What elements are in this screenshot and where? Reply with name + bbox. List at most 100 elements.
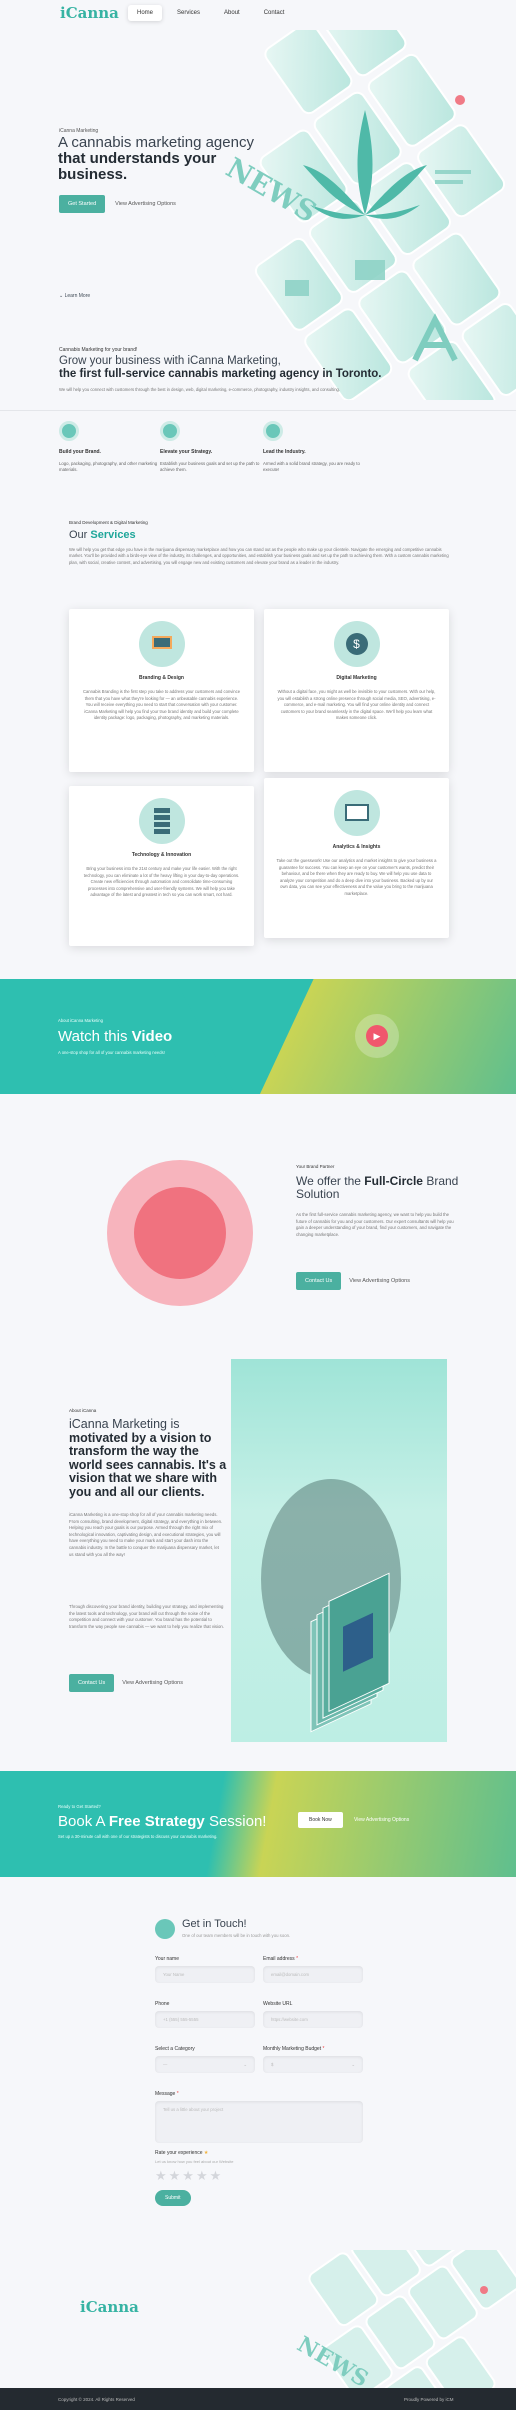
leader-icon <box>263 421 283 441</box>
intro-title-line: Grow your business with iCanna Marketing… <box>59 355 281 367</box>
main-nav: Home Services About Contact <box>128 5 293 21</box>
analytics-chart-icon <box>333 790 380 836</box>
video-subtitle: A one-stop shop for all of your cannabis… <box>58 1050 165 1055</box>
service-card-title: Technology & Innovation <box>131 852 192 858</box>
strategy-title: Book A Free Strategy Session! <box>58 1813 266 1830</box>
services-title: Our Services <box>69 529 136 541</box>
site-logo[interactable]: iCanna <box>60 4 119 22</box>
budget-select[interactable]: $ ⌄ <box>263 2056 363 2073</box>
intro-kicker: Cannabis Marketing for your brand! <box>59 347 138 353</box>
services-text: We will help you get that edge you have … <box>69 547 449 565</box>
budget-label: Monthly Marketing Budget * <box>263 2046 324 2052</box>
intro-title: Grow your business with iCanna Marketing… <box>59 355 389 381</box>
powered-by-text: Proudly Powered by iCM <box>404 2397 454 2402</box>
name-field[interactable]: Your Name <box>155 1966 255 1983</box>
budget-label-text: Monthly Marketing Budget <box>263 2046 322 2052</box>
email-field[interactable]: email@domain.com <box>263 1966 363 1983</box>
name-label-text: Your name <box>155 1956 179 1962</box>
star-rating[interactable]: ★★★★★ <box>155 2168 223 2184</box>
service-card-analytics: Analytics & Insights Take out the guessw… <box>264 778 449 938</box>
hero-actions: Get Started View Advertising Options <box>59 195 176 213</box>
footer-logo[interactable]: iCanna <box>80 2298 139 2316</box>
service-card-text: Cannabis Branding is the first step you … <box>82 689 241 720</box>
fc-title-pre: We offer the <box>296 1174 361 1188</box>
website-field[interactable]: https://website.com <box>263 2011 363 2028</box>
submit-button[interactable]: Submit <box>155 2190 191 2206</box>
service-card-text: Bring your business into the 21st centur… <box>83 866 240 897</box>
rate-label: Rate your experience ★ <box>155 2150 208 2156</box>
rate-label-text: Rate your experience <box>155 2150 203 2156</box>
service-card-branding: Branding & Design Cannabis Branding is t… <box>69 609 254 772</box>
advertising-options-link[interactable]: View Advertising Options <box>122 1680 183 1686</box>
services-title-bold: Services <box>90 529 136 541</box>
fullcircle-actions: Contact Us View Advertising Options <box>296 1272 410 1290</box>
nav-services[interactable]: Services <box>168 5 209 21</box>
feature-title: Lead the Industry. <box>263 449 306 455</box>
mail-icon <box>155 1919 175 1939</box>
advertising-options-link[interactable]: View Advertising Options <box>354 1817 409 1823</box>
website-label: Website URL <box>263 2001 293 2007</box>
strategy-kicker: Ready to Get Started? <box>58 1804 101 1809</box>
video-kicker: About iCanna Marketing <box>58 1018 103 1023</box>
category-value: — <box>163 2062 168 2067</box>
message-textarea[interactable]: Tell us a little about your project <box>155 2101 363 2143</box>
vision-title-bold: motivated by a vision to transform the w… <box>69 1430 227 1499</box>
learn-more[interactable]: ⌄ Learn More <box>59 293 90 299</box>
nav-home[interactable]: Home <box>128 5 163 21</box>
feature-build: Build your Brand. Logo, packaging, photo… <box>59 421 159 473</box>
contact-us-button[interactable]: Contact Us <box>296 1272 342 1290</box>
fc-title-bold: Full-Circle <box>364 1174 423 1188</box>
dollar-coin-icon: $ <box>333 621 380 667</box>
intro-title-bold: the first full-service cannabis marketin… <box>59 368 382 380</box>
feature-text: Armed with a solid brand strategy, you a… <box>263 461 360 472</box>
play-icon[interactable]: ▶ <box>366 1025 388 1047</box>
message-label: Message * <box>155 2091 179 2097</box>
services-kicker: Brand Development & Digital Marketing <box>69 520 148 525</box>
category-select[interactable]: — ⌄ <box>155 2056 255 2073</box>
services-title-pre: Our <box>69 529 88 541</box>
service-card-text: Take out the guesswork! Use our analytic… <box>276 858 437 896</box>
service-card-title: Analytics & Insights <box>332 844 381 850</box>
computer-icon <box>138 621 185 667</box>
phone-label: Phone <box>155 2001 170 2007</box>
feature-title: Build your Brand. <box>59 449 101 455</box>
phone-field[interactable]: +1 (555) 555-5555 <box>155 2011 255 2028</box>
learn-more-label: Learn More <box>64 293 91 299</box>
chevron-down-icon: ⌄ <box>351 2062 355 2067</box>
category-label: Select a Category <box>155 2046 195 2052</box>
contact-title: Get in Touch! <box>182 1918 247 1930</box>
star-icon: ★ <box>203 2150 209 2156</box>
vision-title: iCanna Marketing is motivated by a vision… <box>69 1417 229 1499</box>
book-now-button[interactable]: Book Now <box>298 1812 343 1828</box>
section-divider <box>0 410 516 411</box>
message-label-text: Message <box>155 2091 176 2097</box>
service-card-text: Without a digital face, you might as wel… <box>277 689 436 720</box>
strategy-title-bold: Free Strategy <box>108 1813 205 1830</box>
feature-text: Logo, packaging, photography, and other … <box>59 461 158 472</box>
service-card-digital: $ Digital Marketing Without a digital fa… <box>264 609 449 772</box>
contact-us-button[interactable]: Contact Us <box>69 1674 115 1692</box>
fullcircle-title: We offer the Full-Circle Brand Solution <box>296 1175 466 1201</box>
nav-contact[interactable]: Contact <box>255 5 294 21</box>
advertising-options-link[interactable]: View Advertising Options <box>349 1278 410 1284</box>
hero-illustration: NEWS <box>225 30 516 400</box>
decorative-circle <box>134 1187 226 1279</box>
video-title-pre: Watch this <box>58 1028 128 1045</box>
strategy-title-post: Session! <box>208 1813 267 1830</box>
nav-about[interactable]: About <box>215 5 249 21</box>
contact-subtitle: One of our team members will be in touch… <box>182 1933 291 1938</box>
name-label: Your name <box>155 1956 179 1962</box>
feature-lead: Lead the Industry. Armed with a solid br… <box>263 421 363 473</box>
get-started-button[interactable]: Get Started <box>59 195 106 213</box>
brand-icon <box>59 421 79 441</box>
strategy-subtitle: Set up a 30-minute call with one of our … <box>58 1834 218 1839</box>
layered-cards-illustration <box>261 1479 401 1733</box>
server-rack-icon <box>138 798 185 844</box>
video-title-bold: Video <box>131 1028 173 1045</box>
email-label: Email address * <box>263 1956 298 1962</box>
copyright-text: Copyright © 2024. All Rights Reserved <box>58 2397 135 2402</box>
vision-actions: Contact Us View Advertising Options <box>69 1674 183 1692</box>
required-marker: * <box>322 2046 325 2052</box>
email-label-text: Email address <box>263 1956 295 1962</box>
advertising-options-link[interactable]: View Advertising Options <box>115 201 176 207</box>
